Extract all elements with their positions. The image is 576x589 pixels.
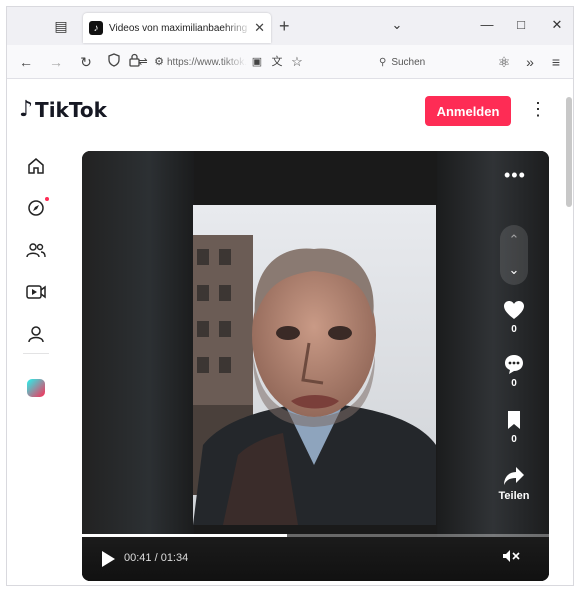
nav-bar: ← → ↻ ⇌ ⚙ https://www.tiktok.com ▣ 文 ☆ ⚲… xyxy=(7,45,573,79)
notification-dot xyxy=(45,197,49,201)
users-icon[interactable] xyxy=(23,237,49,263)
time-display: 00:41 / 01:34 xyxy=(124,552,189,564)
browser-tab[interactable]: ♪ Videos von maximilianbaehring ✕ xyxy=(83,13,271,43)
site-header: ♪ TikTok Anmelden ⋮ xyxy=(7,79,573,139)
login-button[interactable]: Anmelden xyxy=(425,96,511,126)
tiktok-note-icon: ♪ xyxy=(19,97,34,122)
video-controls: 00:41 / 01:34 xyxy=(82,537,549,581)
comment-count: 0 xyxy=(511,378,517,389)
window-close-icon[interactable]: ✕ xyxy=(547,17,567,33)
share-icon xyxy=(503,465,525,487)
tracking-icon[interactable]: ⚙ xyxy=(151,53,167,71)
more-options-icon[interactable]: ⋮ xyxy=(529,99,547,120)
tab-overflow-chevron-icon[interactable]: ⌄ xyxy=(387,17,407,33)
minimize-icon[interactable]: — xyxy=(477,17,497,32)
tiktok-favicon-icon: ♪ xyxy=(89,21,103,35)
mute-icon[interactable] xyxy=(502,549,520,566)
like-count: 0 xyxy=(511,324,517,335)
url-text: https://www.tiktok.com xyxy=(167,56,247,68)
reload-icon[interactable]: ↻ xyxy=(77,53,95,71)
video-blur-right xyxy=(437,151,549,581)
tiktok-logo[interactable]: ♪ TikTok xyxy=(19,97,107,122)
like-action[interactable]: 0 xyxy=(498,299,530,335)
maximize-icon[interactable]: □ xyxy=(511,17,531,32)
forward-icon[interactable]: → xyxy=(47,53,65,71)
tab-close-icon[interactable]: ✕ xyxy=(254,20,265,36)
picture-in-picture-icon[interactable]: ▣ xyxy=(247,53,267,71)
bookmark-icon xyxy=(506,409,522,431)
play-icon[interactable] xyxy=(102,551,115,567)
tab-title: Videos von maximilianbaehring xyxy=(109,22,248,34)
next-video-chevron-icon[interactable]: ⌄ xyxy=(509,262,520,278)
home-icon[interactable] xyxy=(23,153,49,179)
video-more-icon[interactable]: ••• xyxy=(504,165,526,186)
comment-icon xyxy=(503,353,525,375)
search-icon: ⚲ xyxy=(379,56,387,68)
url-bar[interactable]: ⇌ ⚙ https://www.tiktok.com ▣ 文 ☆ xyxy=(135,50,365,74)
shield-icon[interactable] xyxy=(105,53,123,71)
save-count: 0 xyxy=(511,434,517,445)
bookmark-star-icon[interactable]: ☆ xyxy=(287,53,307,71)
tab-strip: ▤ ♪ Videos von maximilianbaehring ✕ + ⌄ … xyxy=(7,7,573,45)
video-nav: ⌃ ⌄ xyxy=(500,225,528,285)
back-icon[interactable]: ← xyxy=(17,53,35,71)
live-icon[interactable] xyxy=(23,279,49,305)
video-player[interactable]: ••• ⌃ ⌄ 0 0 0 Teilen 00:41 / 01:34 xyxy=(82,151,549,581)
search-bar[interactable]: ⚲ Suchen xyxy=(373,50,481,74)
extensions-icon[interactable]: ⚛ xyxy=(495,53,513,71)
video-blur-left xyxy=(82,151,194,581)
menu-icon[interactable]: ≡ xyxy=(547,53,565,71)
permissions-icon[interactable]: ⇌ xyxy=(135,53,151,71)
share-label: Teilen xyxy=(498,490,530,502)
scrollbar-thumb[interactable] xyxy=(566,97,572,207)
heart-icon xyxy=(503,299,525,321)
page-scrollbar[interactable] xyxy=(564,87,572,583)
comment-action[interactable]: 0 xyxy=(498,353,530,389)
video-frame[interactable] xyxy=(193,205,436,525)
profile-icon[interactable] xyxy=(23,321,49,347)
previous-video-chevron-icon[interactable]: ⌃ xyxy=(509,232,520,248)
compass-icon[interactable] xyxy=(23,195,49,221)
video-frame-illustration xyxy=(193,205,436,525)
logo-text: TikTok xyxy=(35,97,107,122)
browser-window: ▤ ♪ Videos von maximilianbaehring ✕ + ⌄ … xyxy=(6,6,574,586)
overflow-icon[interactable]: » xyxy=(521,53,539,71)
search-placeholder: Suchen xyxy=(391,56,426,68)
save-action[interactable]: 0 xyxy=(498,409,530,445)
new-tab-icon[interactable]: + xyxy=(279,16,290,37)
app-badge-icon xyxy=(27,379,45,397)
share-action[interactable]: Teilen xyxy=(498,465,530,502)
tab-list-icon[interactable]: ▤ xyxy=(51,17,71,35)
sidebar-divider xyxy=(23,353,49,354)
streak-app-icon[interactable] xyxy=(23,375,49,401)
sidebar xyxy=(7,139,65,439)
translate-icon[interactable]: 文 xyxy=(267,53,287,71)
